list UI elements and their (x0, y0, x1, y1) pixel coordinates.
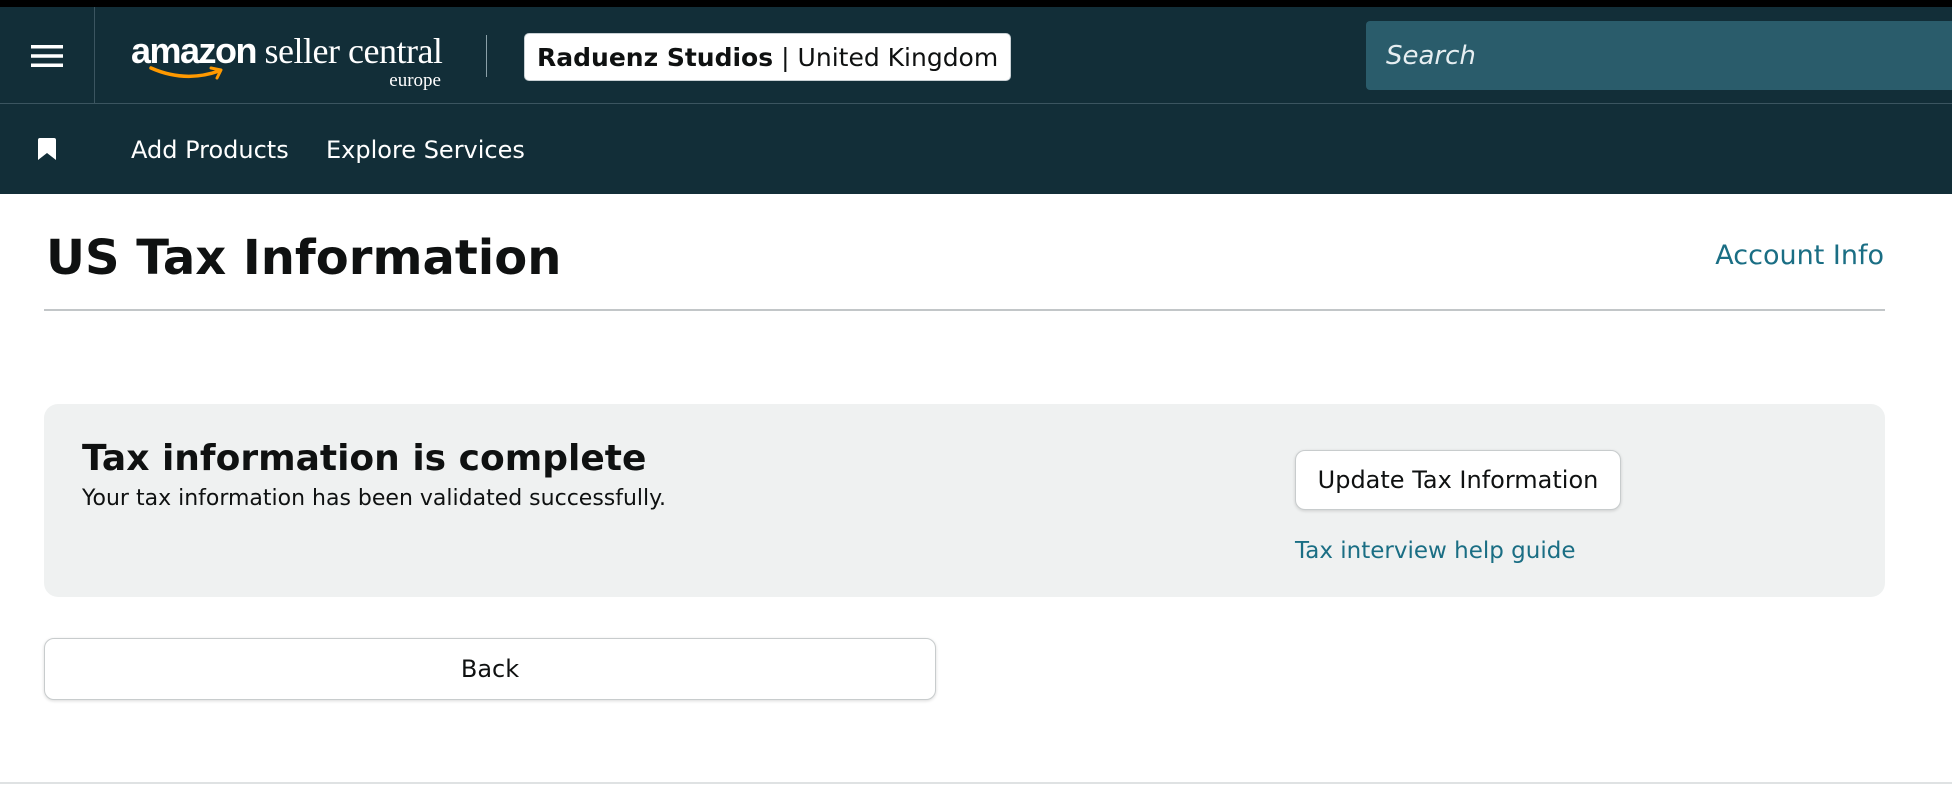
account-switcher[interactable]: Raduenz Studios | United Kingdom (524, 33, 1012, 81)
back-button[interactable]: Back (44, 638, 936, 700)
tax-status-card: Tax information is complete Your tax inf… (44, 404, 1885, 597)
bookmark-icon[interactable] (38, 138, 56, 160)
account-info-link[interactable]: Account Info (1715, 240, 1884, 271)
title-divider (44, 309, 1885, 311)
secondary-nav: Add Products Explore Services (0, 104, 1952, 194)
amazon-smile-icon (149, 66, 223, 80)
marketplace-country: United Kingdom (797, 42, 999, 72)
seller-central-logo[interactable]: amazon seller central europe (131, 31, 461, 93)
update-tax-information-button[interactable]: Update Tax Information (1295, 450, 1621, 510)
tax-interview-help-link[interactable]: Tax interview help guide (1295, 538, 1575, 564)
top-strip (0, 0, 1952, 7)
store-name: Raduenz Studios (537, 42, 774, 72)
top-header: amazon seller central europe Raduenz Stu… (0, 7, 1952, 104)
nav-link-add-products[interactable]: Add Products (131, 136, 289, 164)
footer-divider (0, 782, 1952, 784)
status-heading: Tax information is complete (82, 438, 647, 479)
search-box[interactable] (1366, 21, 1952, 90)
status-message: Your tax information has been validated … (82, 486, 667, 511)
nav-link-explore-services[interactable]: Explore Services (326, 136, 525, 164)
main-menu-button[interactable] (0, 7, 95, 104)
header-divider (486, 35, 487, 77)
search-input[interactable] (1386, 40, 1952, 71)
hamburger-menu-icon (31, 44, 63, 67)
logo-brand-rest: seller central (256, 31, 443, 71)
logo-region: europe (389, 70, 441, 91)
account-separator: | (781, 42, 790, 72)
page-title: US Tax Information (46, 230, 562, 286)
